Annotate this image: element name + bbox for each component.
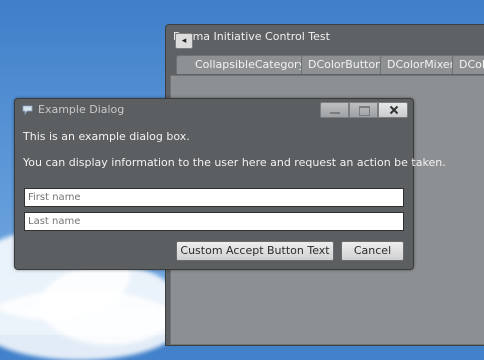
last-name-field[interactable] — [24, 212, 404, 231]
accept-button[interactable]: Custom Accept Button Text — [176, 241, 334, 261]
dialog-message-line2: You can display information to the user … — [23, 156, 446, 169]
minimize-button[interactable] — [320, 102, 349, 118]
tab-dcolor-partial[interactable]: DColo — [452, 55, 484, 74]
tab-collapsiblecategory[interactable]: CollapsibleCategory — [176, 55, 315, 74]
tab-strip: CollapsibleCategory DColorButton DColorM… — [170, 53, 484, 74]
dialog-message-line1: This is an example dialog box. — [23, 130, 190, 143]
cancel-button[interactable]: Cancel — [341, 241, 404, 261]
chevron-left-icon[interactable]: ◂ — [175, 33, 193, 49]
tab-dcolorbutton[interactable]: DColorButton — [301, 55, 390, 74]
speech-bubble-icon — [22, 105, 33, 115]
example-dialog: Example Dialog This is an example dialog… — [14, 98, 446, 270]
window-title: Derma Initiative Control Test — [173, 30, 330, 43]
first-name-field[interactable] — [24, 188, 404, 207]
tab-dcolormixer[interactable]: DColorMixer — [380, 55, 462, 74]
maximize-icon — [359, 106, 370, 116]
dialog-titlebar[interactable]: Example Dialog — [15, 99, 413, 121]
close-button[interactable] — [378, 102, 408, 118]
dialog-title: Example Dialog — [38, 103, 125, 116]
maximize-button[interactable] — [349, 102, 378, 118]
close-icon — [389, 105, 399, 115]
minimize-icon — [330, 112, 340, 114]
